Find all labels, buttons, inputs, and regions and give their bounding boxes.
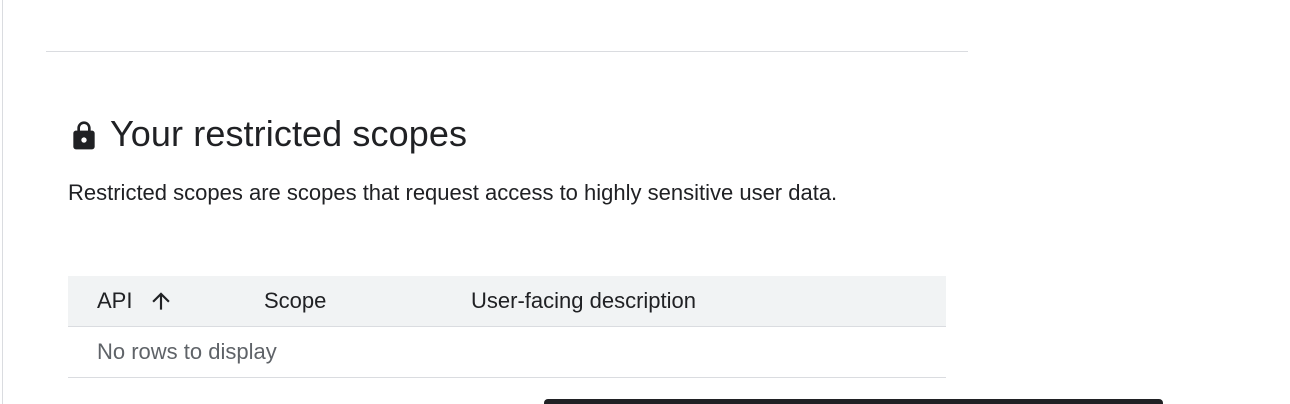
section-heading: Your restricted scopes <box>68 112 467 156</box>
empty-table-row: No rows to display <box>68 327 946 378</box>
column-header-description[interactable]: User-facing description <box>471 276 696 326</box>
section-description: Restricted scopes are scopes that reques… <box>68 180 838 205</box>
snackbar <box>544 399 1163 404</box>
column-header-label: API <box>97 288 133 313</box>
page: Your restricted scopes Restricted scopes… <box>0 0 1290 404</box>
column-header-api[interactable]: API <box>97 276 174 326</box>
column-header-label: User-facing description <box>471 288 696 313</box>
arrow-upward-icon[interactable] <box>148 288 174 314</box>
section-divider <box>46 51 968 52</box>
column-header-scope[interactable]: Scope <box>264 276 326 326</box>
table-header: API Scope User-facing description <box>68 276 946 327</box>
page-title: Your restricted scopes <box>110 113 468 154</box>
left-border <box>2 0 3 404</box>
restricted-scopes-table: API Scope User-facing description No row… <box>68 276 946 378</box>
column-header-label: Scope <box>264 288 327 313</box>
empty-state-message: No rows to display <box>97 339 277 364</box>
lock-icon <box>73 121 95 150</box>
